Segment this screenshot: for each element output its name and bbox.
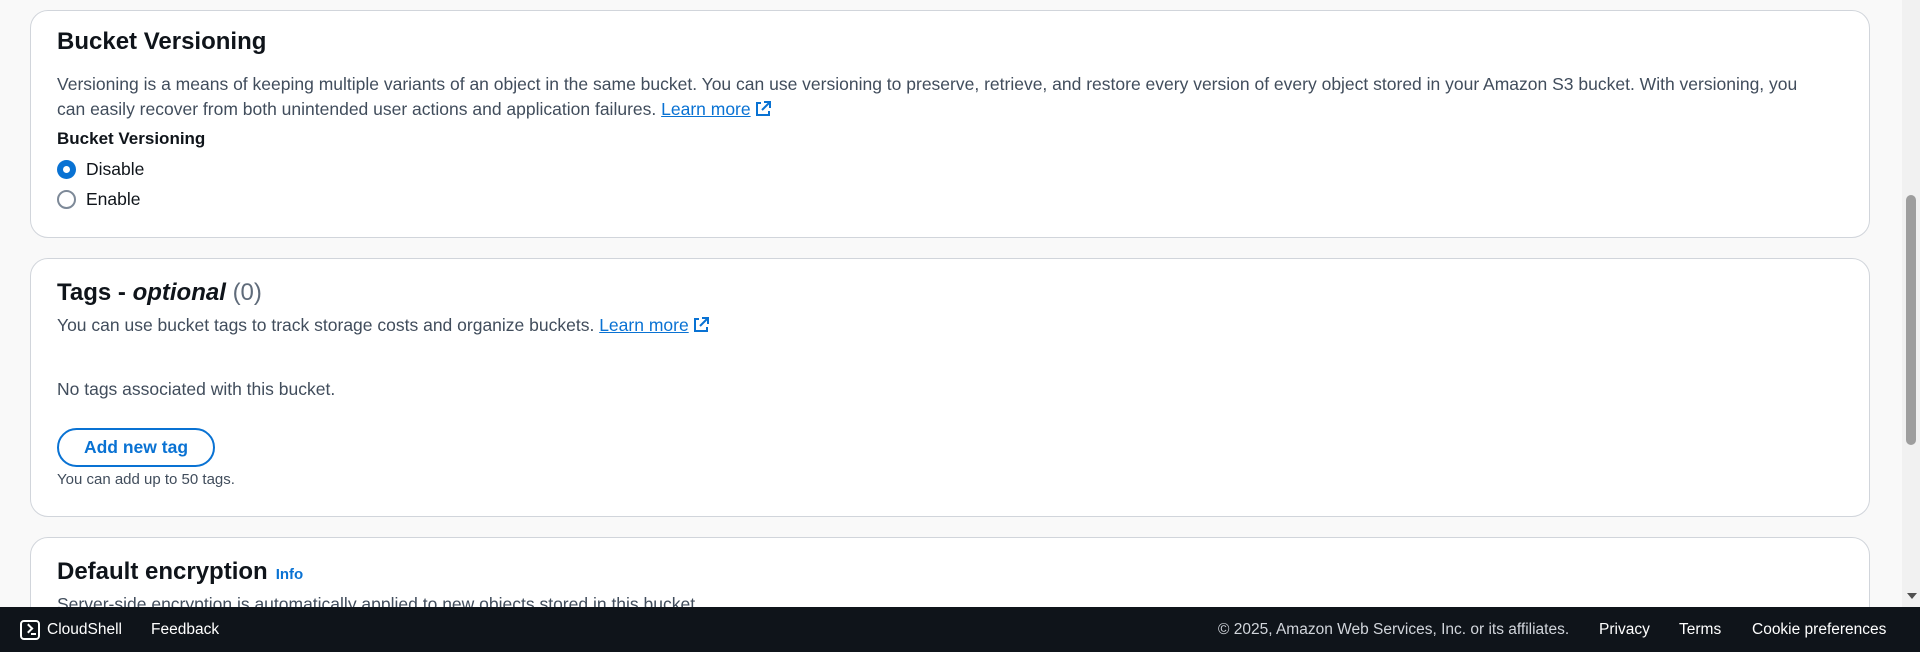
- external-link-icon[interactable]: [754, 100, 772, 125]
- tags-panel: Tags - optional (0) You can use bucket t…: [30, 258, 1870, 517]
- external-link-icon[interactable]: [692, 316, 710, 341]
- main-content: Bucket Versioning Versioning is a means …: [0, 0, 1902, 607]
- tags-description-text: You can use bucket tags to track storage…: [57, 315, 595, 335]
- privacy-link[interactable]: Privacy: [1599, 607, 1650, 652]
- radio-label-disable: Disable: [86, 159, 145, 179]
- bucket-versioning-panel: Bucket Versioning Versioning is a means …: [30, 10, 1870, 238]
- cookie-preferences-link[interactable]: Cookie preferences: [1752, 607, 1886, 652]
- default-encryption-panel: Default encryption Info Server-side encry…: [30, 537, 1870, 607]
- default-encryption-description: Server-side encryption is automatically …: [57, 594, 700, 607]
- tags-empty-message: No tags associated with this bucket.: [57, 379, 336, 399]
- terms-link[interactable]: Terms: [1679, 607, 1721, 652]
- bucket-versioning-title: Bucket Versioning: [57, 28, 267, 55]
- cloudshell-button[interactable]: CloudShell: [20, 607, 122, 652]
- radio-checked-icon[interactable]: [57, 160, 76, 179]
- tags-title-prefix: Tags -: [57, 279, 133, 306]
- radio-label-enable: Enable: [86, 189, 141, 209]
- learn-more-link[interactable]: Learn more: [661, 99, 751, 119]
- learn-more-link[interactable]: Learn more: [599, 315, 689, 335]
- info-link[interactable]: Info: [276, 566, 304, 583]
- copyright-text: © 2025, Amazon Web Services, Inc. or its…: [1218, 620, 1570, 638]
- bucket-versioning-description: Versioning is a means of keeping multipl…: [57, 72, 1797, 125]
- description-line-2: can easily recover from both unintended …: [57, 99, 657, 119]
- cloudshell-icon: [20, 619, 40, 640]
- default-encryption-title-text: Default encryption: [57, 558, 268, 585]
- tags-title: Tags - optional (0): [57, 279, 262, 307]
- radio-option-disable[interactable]: Disable: [57, 159, 144, 180]
- vertical-scrollbar[interactable]: [1902, 0, 1920, 607]
- tags-hint: You can add up to 50 tags.: [57, 471, 235, 488]
- add-new-tag-button[interactable]: Add new tag: [57, 428, 215, 467]
- bucket-versioning-field-label: Bucket Versioning: [57, 129, 206, 148]
- tags-description: You can use bucket tags to track storage…: [57, 313, 710, 341]
- scroll-down-arrow-icon[interactable]: [1907, 593, 1917, 599]
- default-encryption-title: Default encryption Info: [57, 558, 303, 586]
- radio-option-enable[interactable]: Enable: [57, 189, 141, 210]
- cloudshell-label: CloudShell: [47, 620, 122, 638]
- radio-unchecked-icon[interactable]: [57, 190, 76, 209]
- feedback-link[interactable]: Feedback: [151, 607, 219, 652]
- description-line-1: Versioning is a means of keeping multipl…: [57, 74, 1798, 94]
- tags-count: (0): [232, 279, 262, 306]
- console-footer: CloudShell Feedback © 2025, Amazon Web S…: [0, 607, 1920, 652]
- scrollbar-thumb[interactable]: [1906, 195, 1916, 445]
- tags-title-optional: optional: [132, 279, 226, 306]
